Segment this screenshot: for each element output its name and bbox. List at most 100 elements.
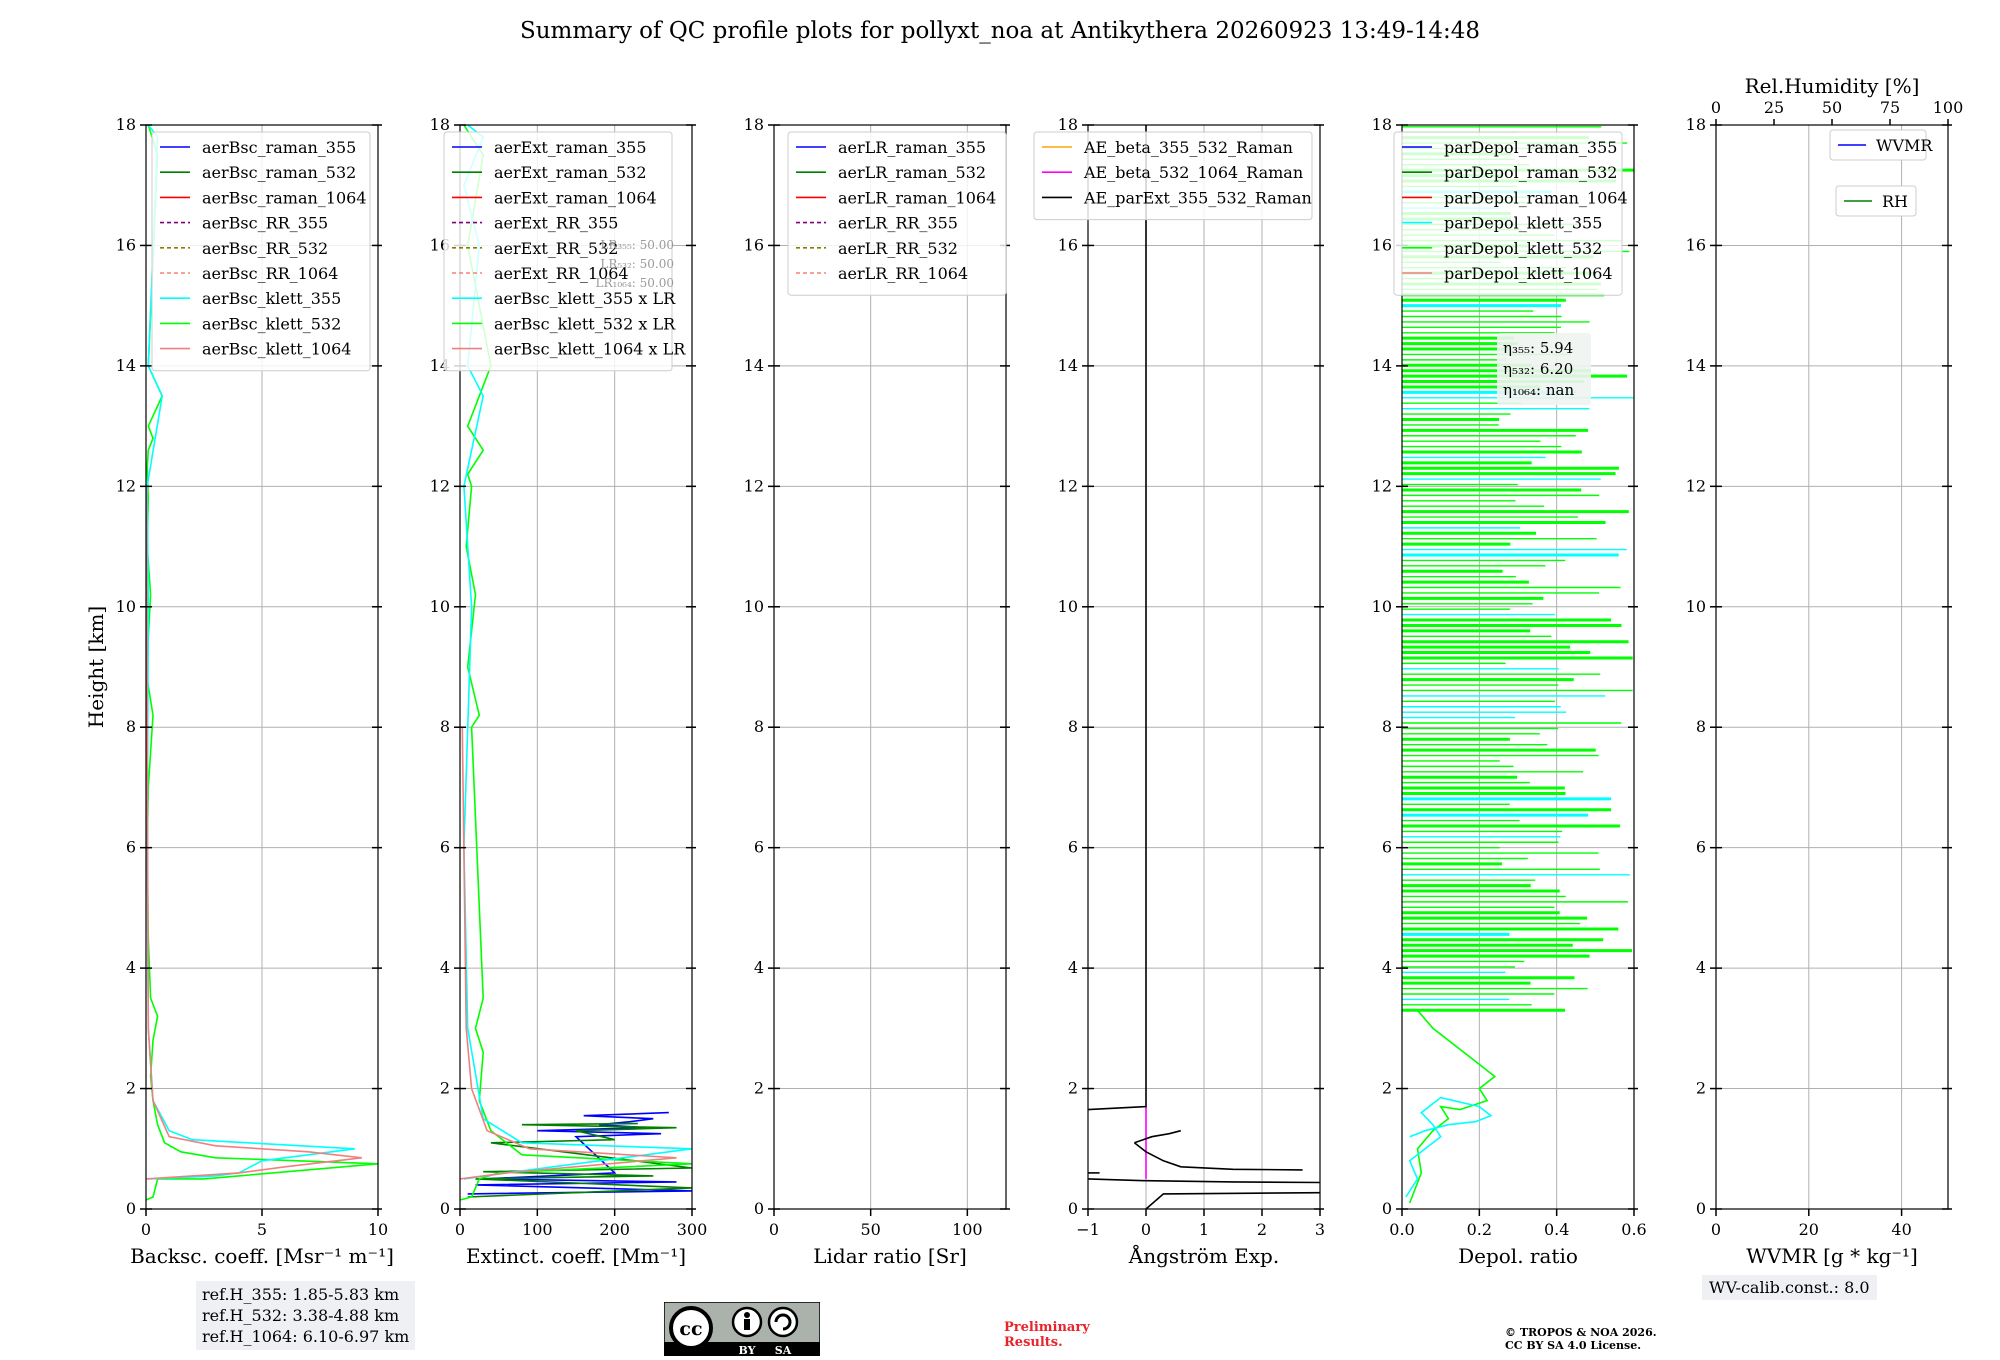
panel-1-legend-label: aerBsc_raman_532 — [202, 163, 356, 182]
panel-6-x-axis-title: WVMR [g * kg⁻¹] — [1746, 1244, 1918, 1268]
panel-4-x-tick-label: 2 — [1257, 1220, 1267, 1239]
panel-5-x-tick-label: 0.0 — [1389, 1220, 1414, 1239]
panel-5-eta-label: η₃₅₅: 5.94 — [1503, 339, 1573, 357]
panel-2-legend-label: aerExt_raman_1064 — [494, 188, 657, 207]
panel-5-legend-label: parDepol_klett_532 — [1444, 239, 1602, 258]
panel-4-series-line-4 — [1133, 1142, 1303, 1171]
panel-2-lr-label: LR₃₅₅: 50.00 — [600, 238, 674, 252]
panel-5-x-axis-title: Depol. ratio — [1458, 1244, 1578, 1268]
panel-3-x-tick-label: 0 — [769, 1220, 779, 1239]
panel-5-x-tick-label: 0.4 — [1544, 1220, 1569, 1239]
panel-6-frame — [1715, 124, 1949, 1210]
panel-2-legend-label: aerExt_RR_355 — [494, 214, 618, 233]
panel-2-y-tick-label: 18 — [430, 115, 450, 134]
panel-4-y-tick-label: 18 — [1058, 115, 1078, 134]
panel-3-y-tick-label: 4 — [754, 958, 764, 977]
panel-1-x-tick-label: 10 — [368, 1220, 388, 1239]
copyright-note: © TROPOS & NOA 2026. CC BY SA 4.0 Licens… — [1505, 1326, 1725, 1352]
panel-5-x-tick-label: 0.2 — [1467, 1220, 1492, 1239]
panel-1-legend-label: aerBsc_RR_1064 — [202, 264, 338, 283]
panel-4-legend-label: AE_beta_532_1064_Raman — [1083, 163, 1303, 182]
panel-5-y-tick-label: 0 — [1382, 1199, 1392, 1218]
panel-6-y-tick-label: 4 — [1696, 958, 1706, 977]
panel-2-x-tick-label: 300 — [677, 1220, 708, 1239]
figure-title: Summary of QC profile plots for pollyxt_… — [519, 18, 1481, 44]
panel-2-y-tick-label: 4 — [440, 958, 450, 977]
panel-1-y-tick-label: 14 — [116, 356, 136, 375]
panel-4-series-line-2 — [1088, 125, 1147, 1111]
panel-1-legend-label: aerBsc_RR_532 — [202, 239, 328, 258]
panel-1-legend-label: aerBsc_RR_355 — [202, 214, 328, 233]
panel-1-series-line-3 — [146, 486, 362, 1180]
panel-6-top-tick-label: 50 — [1822, 98, 1842, 117]
cc-sa-text: SA — [775, 1344, 792, 1356]
panel-2-lr-label: LR₁₀₆₄: 50.00 — [596, 276, 674, 290]
panel-3-y-tick-label: 16 — [744, 235, 764, 254]
panel-2-y-tick-label: 6 — [440, 838, 450, 857]
cc-by-sa-logo: cc BY SA — [664, 1302, 820, 1356]
panel-4-y-tick-label: 8 — [1068, 717, 1078, 736]
panel-4-series-line-3 — [1134, 1129, 1182, 1144]
panel-3-y-tick-label: 0 — [754, 1199, 764, 1218]
panel-1-y-tick-label: 16 — [116, 235, 136, 254]
panel-2-y-tick-label: 2 — [440, 1079, 450, 1098]
cc-by-text: BY — [739, 1344, 756, 1356]
panel-4-y-tick-label: 16 — [1058, 235, 1078, 254]
panel-6-y-tick-label: 14 — [1686, 356, 1706, 375]
panel-6-y-tick-label: 10 — [1686, 597, 1706, 616]
panel-5-y-tick-label: 18 — [1372, 115, 1392, 134]
panel-3-y-tick-label: 18 — [744, 115, 764, 134]
preliminary-line-1: Preliminary — [1004, 1320, 1090, 1335]
panel-6-y-tick-label: 16 — [1686, 235, 1706, 254]
panel-5-eta-label: η₁₀₆₄: nan — [1503, 381, 1574, 399]
panel-2-y-tick-label: 12 — [430, 476, 450, 495]
panel-6-legend-label: WVMR — [1876, 136, 1933, 155]
panel-2-lr-label: LR₅₃₂: 50.00 — [600, 257, 674, 271]
panel-4-x-tick-label: 1 — [1199, 1220, 1209, 1239]
panel-1-legend-label: aerBsc_raman_355 — [202, 138, 356, 157]
panel-4-x-axis-title: Ångström Exp. — [1128, 1243, 1279, 1268]
panel-3-legend-label: aerLR_RR_532 — [838, 239, 958, 258]
panel-5-eta-label: η₅₃₂: 6.20 — [1503, 360, 1573, 378]
panel-5-y-tick-label: 12 — [1372, 476, 1392, 495]
panel-1-y-tick-label: 12 — [116, 476, 136, 495]
panel-6-y-tick-label: 12 — [1686, 476, 1706, 495]
panel-4-legend-label: AE_beta_355_532_Raman — [1083, 138, 1293, 157]
panel-5-series-line-1 — [1408, 1009, 1497, 1204]
panel-4-x-tick-label: −1 — [1076, 1220, 1100, 1239]
panel-6-x-tick-label: 0 — [1711, 1220, 1721, 1239]
panel-6-y-tick-label: 18 — [1686, 115, 1706, 134]
panel-6-x-tick-label: 20 — [1799, 1220, 1819, 1239]
panel-5-y-tick-label: 16 — [1372, 235, 1392, 254]
panel-1-y-tick-label: 18 — [116, 115, 136, 134]
panel-2-x-tick-label: 100 — [522, 1220, 553, 1239]
panel-2-y-tick-label: 10 — [430, 597, 450, 616]
panel-1-y-tick-label: 8 — [126, 717, 136, 736]
panel-1-y-tick-label: 10 — [116, 597, 136, 616]
panel-4-y-tick-label: 4 — [1068, 958, 1078, 977]
panel-3-y-tick-label: 6 — [754, 838, 764, 857]
panel-1-y-tick-label: 2 — [126, 1079, 136, 1098]
panel-3-x-tick-label: 100 — [952, 1220, 983, 1239]
panel-2-legend-label: aerBsc_klett_532 x LR — [494, 314, 676, 333]
panel-5-legend-label: parDepol_klett_1064 — [1444, 264, 1613, 283]
panel-6-top-tick-label: 25 — [1764, 98, 1784, 117]
panel-3-y-tick-label: 14 — [744, 356, 764, 375]
panel-1-legend-label: aerBsc_klett_1064 — [202, 340, 351, 359]
panel-1-x-tick-label: 0 — [141, 1220, 151, 1239]
panel-3-y-tick-label: 8 — [754, 717, 764, 736]
panel-2-y-tick-label: 8 — [440, 717, 450, 736]
panel-2-legend-label: aerBsc_klett_355 x LR — [494, 289, 676, 308]
panel-1-legend-label: aerBsc_klett_532 — [202, 314, 341, 333]
panel-4-y-tick-label: 0 — [1068, 1199, 1078, 1218]
copyright-line-1: © TROPOS & NOA 2026. — [1505, 1326, 1657, 1339]
reference-height-box: ref.H_355: 1.85-5.83 km ref.H_532: 3.38-… — [196, 1281, 416, 1350]
panel-2-legend-label: aerExt_raman_532 — [494, 163, 647, 182]
panel-3-x-axis-title: Lidar ratio [Sr] — [813, 1244, 967, 1268]
ref-height-355: ref.H_355: 1.85-5.83 km — [202, 1285, 400, 1304]
panel-5-y-tick-label: 14 — [1372, 356, 1392, 375]
copyright-line-2: CC BY SA 4.0 License. — [1505, 1339, 1642, 1352]
figure-canvas: Height [km]0246810121416180 5 10Backsc. co… — [84, 74, 1963, 1268]
panel-4-legend-label: AE_parExt_355_532_Raman — [1083, 188, 1312, 207]
panel-3-y-tick-label: 12 — [744, 476, 764, 495]
